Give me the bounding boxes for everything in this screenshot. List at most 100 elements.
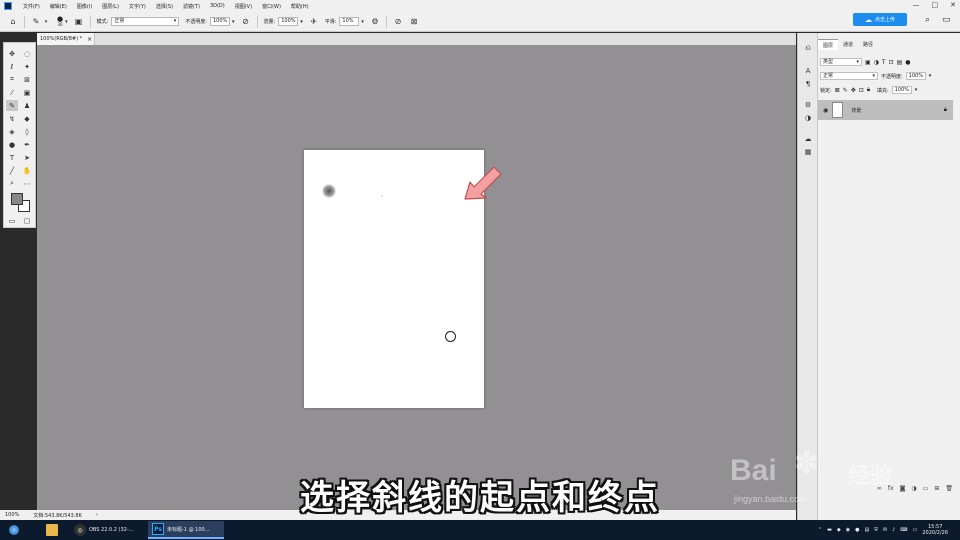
- character-panel-icon[interactable]: A: [802, 65, 814, 76]
- foreground-color-swatch[interactable]: [11, 193, 23, 205]
- tray-app-icon[interactable]: ●: [855, 527, 859, 533]
- layer-filter-select[interactable]: 类型 ▾: [820, 58, 862, 66]
- menu-file[interactable]: 文件(F): [18, 3, 45, 10]
- filter-smart-icon[interactable]: ▤: [897, 59, 903, 66]
- menu-help[interactable]: 帮助(H): [286, 3, 314, 10]
- minimize-button[interactable]: —: [913, 1, 920, 9]
- filter-type-icon[interactable]: T: [882, 59, 886, 66]
- close-button[interactable]: ✕: [950, 1, 956, 9]
- type-tool-icon[interactable]: T: [6, 152, 18, 163]
- marquee-tool-icon[interactable]: ◌: [21, 48, 33, 59]
- path-selection-tool-icon[interactable]: ➤: [21, 152, 33, 163]
- lock-artboard-icon[interactable]: ⊡: [859, 87, 864, 94]
- maximize-button[interactable]: □: [932, 1, 939, 9]
- menu-filter[interactable]: 滤镜(T): [178, 3, 205, 10]
- menu-window[interactable]: 窗口(W): [257, 3, 286, 10]
- wechat-icon[interactable]: ✉: [883, 527, 887, 533]
- menu-3d[interactable]: 3D(D): [205, 3, 230, 9]
- pressure-opacity-icon[interactable]: ⊘: [241, 17, 251, 27]
- opacity-input[interactable]: 100%: [210, 17, 230, 26]
- eyedropper-tool-icon[interactable]: ⁄: [6, 87, 18, 98]
- brush-tool-icon[interactable]: ✎: [31, 17, 41, 27]
- mode-select[interactable]: 正常 ▾: [111, 17, 180, 26]
- line-tool-icon[interactable]: ╱: [6, 165, 18, 176]
- home-icon[interactable]: ⌂: [8, 17, 18, 27]
- tab-layers[interactable]: 图层: [818, 39, 839, 50]
- blend-mode-select[interactable]: 正常 ▾: [820, 72, 878, 80]
- document-tab[interactable]: 100%(RGB/8#) * ×: [37, 33, 95, 45]
- screen-mode-icon[interactable]: ▢: [21, 215, 33, 226]
- paint-bucket-tool-icon[interactable]: ◈: [6, 126, 18, 137]
- layer-row[interactable]: ◉ 背景 🔒︎: [818, 100, 953, 120]
- swatches-panel-icon[interactable]: ▦: [802, 146, 814, 157]
- fill-input[interactable]: 100%: [891, 86, 912, 94]
- pressure-size-icon[interactable]: ⊘: [393, 17, 403, 27]
- brush-preset-picker[interactable]: ● 30 ▾: [57, 15, 68, 27]
- history-panel-icon[interactable]: ⎌: [802, 43, 814, 54]
- lock-pixels-icon[interactable]: ⊠: [835, 87, 840, 94]
- chevron-down-icon[interactable]: ▾: [41, 17, 51, 27]
- tray-app-icon[interactable]: ◉: [846, 527, 850, 533]
- paragraph-panel-icon[interactable]: ¶: [802, 78, 814, 89]
- lasso-tool-icon[interactable]: ℓ: [6, 61, 18, 72]
- menu-image[interactable]: 图像(I): [72, 3, 97, 10]
- layer-opacity-input[interactable]: 100%: [905, 72, 926, 80]
- chevron-down-icon[interactable]: ▾: [929, 73, 932, 79]
- blur-tool-icon[interactable]: ◊: [21, 126, 33, 137]
- filter-toggle-icon[interactable]: ●: [905, 59, 910, 66]
- network-icon[interactable]: ▤: [865, 527, 870, 533]
- hand-tool-icon[interactable]: ✋: [21, 165, 33, 176]
- notification-icon[interactable]: ▭: [913, 527, 918, 533]
- taskbar-photoshop[interactable]: Ps 未标题-1 @ 100...: [148, 521, 224, 539]
- chevron-up-icon[interactable]: ⌃: [818, 527, 822, 533]
- symmetry-icon[interactable]: ⊠: [409, 17, 419, 27]
- move-tool-icon[interactable]: ✥: [6, 48, 18, 59]
- shield-icon[interactable]: ⛨: [874, 527, 878, 533]
- menu-layer[interactable]: 图层(L): [97, 3, 124, 10]
- chevron-down-icon[interactable]: ▾: [361, 19, 364, 25]
- libraries-panel-icon[interactable]: ☁: [802, 133, 814, 144]
- menu-type[interactable]: 文字(Y): [124, 3, 151, 10]
- adjustments-panel-icon[interactable]: ◑: [802, 112, 814, 123]
- chevron-down-icon[interactable]: ▾: [232, 19, 235, 25]
- start-button[interactable]: [0, 520, 28, 540]
- menu-select[interactable]: 选择(S): [151, 3, 178, 10]
- tray-app-icon[interactable]: ◆: [837, 527, 841, 533]
- gear-icon[interactable]: ⚙: [370, 17, 380, 27]
- chevron-down-icon[interactable]: ▾: [915, 87, 918, 93]
- tab-paths[interactable]: 路径: [858, 39, 878, 50]
- filter-pixel-icon[interactable]: ▣: [865, 59, 871, 66]
- workspace-icon[interactable]: ▭: [942, 15, 951, 25]
- dodge-tool-icon[interactable]: ●: [6, 139, 18, 150]
- filter-shape-icon[interactable]: ⊡: [889, 59, 894, 66]
- folder-tray-icon[interactable]: ▬: [827, 527, 832, 533]
- quick-mask-icon[interactable]: ▭: [6, 215, 18, 226]
- tab-channels[interactable]: 通道: [838, 39, 858, 50]
- layer-name[interactable]: 背景: [851, 107, 861, 114]
- crop-tool-icon[interactable]: ⌗: [6, 74, 18, 85]
- chevron-down-icon[interactable]: ▾: [300, 19, 303, 25]
- properties-panel-icon[interactable]: ⚙: [802, 99, 814, 110]
- pen-tool-icon[interactable]: ✒: [21, 139, 33, 150]
- history-brush-tool-icon[interactable]: ↯: [6, 113, 18, 124]
- lock-all-icon[interactable]: 🔒︎: [867, 86, 870, 94]
- volume-icon[interactable]: ♪: [892, 527, 895, 533]
- menu-view[interactable]: 视图(V): [230, 3, 257, 10]
- flow-input[interactable]: 100%: [278, 17, 299, 26]
- eye-icon[interactable]: ◉: [823, 107, 828, 114]
- brush-tool-icon[interactable]: ✎: [6, 100, 18, 111]
- patch-tool-icon[interactable]: ▣: [21, 87, 33, 98]
- search-icon[interactable]: ⌕: [925, 15, 930, 25]
- smoothing-input[interactable]: 10%: [339, 17, 360, 26]
- lock-position-icon[interactable]: ✥: [851, 87, 856, 94]
- lock-paint-icon[interactable]: ✎: [843, 87, 848, 94]
- keyboard-icon[interactable]: ⌨: [900, 527, 907, 533]
- share-upload-button[interactable]: ☁ 点击上传: [853, 13, 907, 26]
- taskbar-obs[interactable]: ◎ OBS 22.0.2 (32-...: [70, 521, 146, 539]
- magic-wand-tool-icon[interactable]: ✦: [21, 61, 33, 72]
- more-tools-icon[interactable]: ⋯: [21, 178, 33, 189]
- airbrush-icon[interactable]: ✈: [309, 17, 319, 27]
- filter-adjustment-icon[interactable]: ◑: [874, 59, 879, 66]
- clock[interactable]: 15:57 2020/2/26: [922, 524, 948, 536]
- stamp-tool-icon[interactable]: ♟: [21, 100, 33, 111]
